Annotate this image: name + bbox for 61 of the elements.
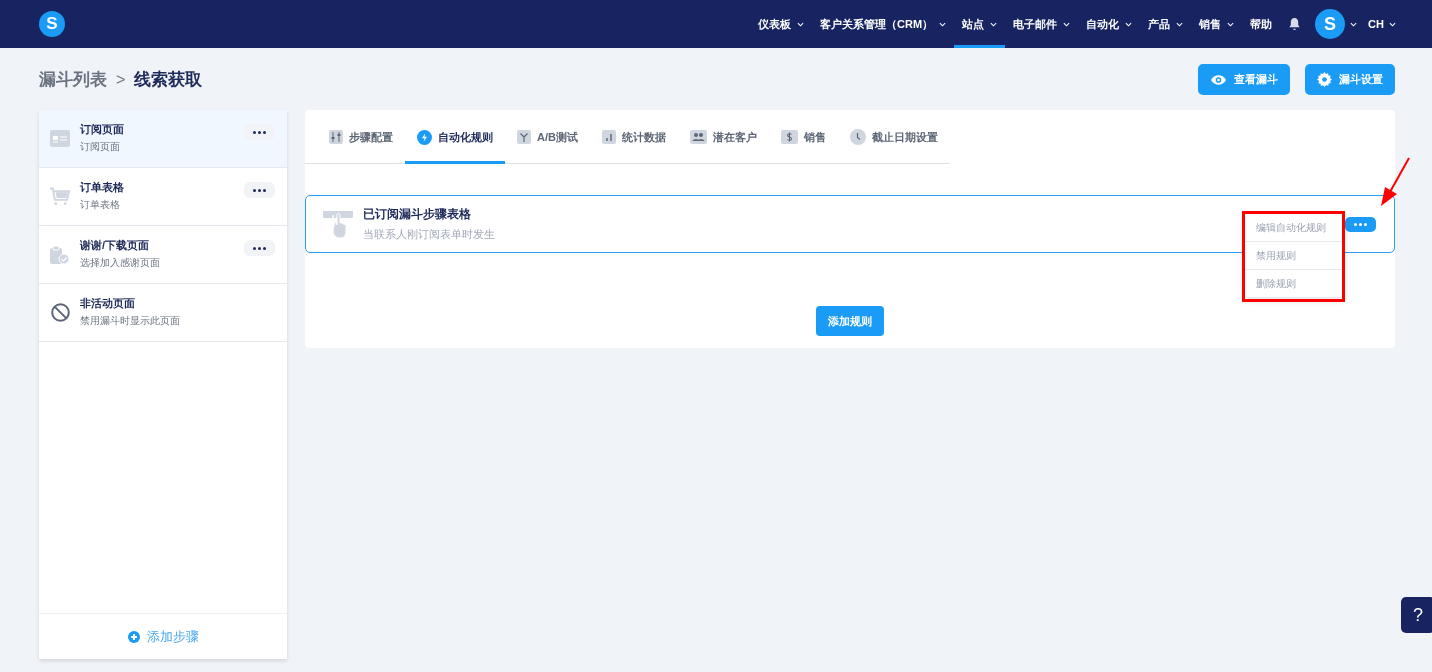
tab[interactable]: 销售 bbox=[768, 110, 838, 164]
breadcrumb-current: 线索获取 bbox=[134, 68, 203, 91]
help-button[interactable]: ? bbox=[1401, 597, 1432, 633]
prohibited-icon bbox=[50, 303, 70, 322]
bell-icon[interactable] bbox=[1288, 17, 1302, 31]
tab[interactable]: 潜在客户 bbox=[677, 110, 769, 164]
step-title: 订单表格 bbox=[80, 179, 124, 195]
funnel-step-item[interactable]: 非活动页面 禁用漏斗时显示此页面 bbox=[39, 284, 287, 342]
clipboard-check-icon bbox=[50, 244, 70, 265]
sliders-icon bbox=[329, 130, 343, 144]
tab[interactable]: 统计数据 bbox=[589, 110, 678, 164]
nav-menu-item[interactable]: 站点 bbox=[954, 0, 1006, 48]
nav-menu-item[interactable]: 帮助 bbox=[1242, 0, 1281, 48]
nav-menu-item[interactable]: 销售 bbox=[1191, 0, 1243, 48]
settings-icon bbox=[1317, 72, 1332, 87]
cart-icon bbox=[50, 186, 70, 207]
more-button[interactable] bbox=[1345, 217, 1376, 232]
nav-menu-item[interactable]: 仪表板 bbox=[750, 0, 813, 48]
step-title: 非活动页面 bbox=[80, 295, 136, 311]
annotation-arrow bbox=[1378, 156, 1411, 208]
step-subtitle: 选择加入感谢页面 bbox=[80, 256, 160, 271]
breadcrumb-link[interactable]: 漏斗列表 bbox=[39, 66, 107, 93]
funnel-step-item[interactable]: 谢谢/下载页面 选择加入感谢页面 bbox=[39, 226, 287, 284]
eye-icon bbox=[1210, 73, 1227, 86]
dollar-icon bbox=[780, 130, 798, 144]
clock-icon bbox=[849, 129, 866, 145]
split-icon bbox=[517, 130, 531, 144]
rule-title: 已订阅漏斗步骤表格 bbox=[363, 206, 472, 224]
step-more-button[interactable] bbox=[244, 182, 275, 198]
more-icon bbox=[253, 130, 266, 134]
funnel-step-item[interactable]: 订阅页面 订阅页面 bbox=[39, 110, 287, 168]
people-icon bbox=[689, 130, 707, 144]
step-subtitle: 订单表格 bbox=[80, 198, 121, 213]
language-selector[interactable]: CH bbox=[1368, 15, 1384, 33]
nav-menu-item[interactable]: 电子邮件 bbox=[1005, 0, 1079, 48]
step-more-button[interactable] bbox=[244, 240, 275, 256]
nav-menu-item[interactable]: 产品 bbox=[1140, 0, 1192, 48]
breadcrumb-separator: > bbox=[116, 69, 126, 90]
nav-menu-item[interactable]: 自动化 bbox=[1078, 0, 1141, 48]
more-icon bbox=[253, 188, 266, 192]
more-icon bbox=[1354, 223, 1367, 226]
lightning-icon bbox=[417, 129, 432, 145]
step-more-button[interactable] bbox=[244, 124, 275, 140]
bar-chart-icon bbox=[601, 130, 616, 144]
caret-icon[interactable] bbox=[1350, 21, 1358, 27]
tab[interactable]: 截止日期设置 bbox=[837, 110, 950, 164]
rule-description: 当联系人刚订阅表单时发生 bbox=[363, 227, 495, 243]
form-card-icon bbox=[50, 130, 70, 147]
more-icon bbox=[253, 246, 266, 250]
step-subtitle: 禁用漏斗时显示此页面 bbox=[80, 314, 180, 329]
step-title: 谢谢/下载页面 bbox=[80, 237, 151, 253]
tab[interactable]: A/B测试 bbox=[505, 110, 590, 164]
caret-icon[interactable] bbox=[1389, 21, 1396, 27]
step-title: 订阅页面 bbox=[80, 121, 124, 137]
nav-menu-item[interactable]: 客户关系管理（CRM） bbox=[812, 0, 955, 48]
tab[interactable]: 步骤配置 bbox=[317, 110, 405, 164]
plus-circle-icon bbox=[127, 630, 140, 643]
tab[interactable]: 自动化规则 bbox=[405, 110, 505, 164]
funnel-step-item[interactable]: 订单表格 订单表格 bbox=[39, 168, 287, 226]
hand-pointer-icon bbox=[323, 209, 353, 239]
step-subtitle: 订阅页面 bbox=[80, 140, 121, 155]
